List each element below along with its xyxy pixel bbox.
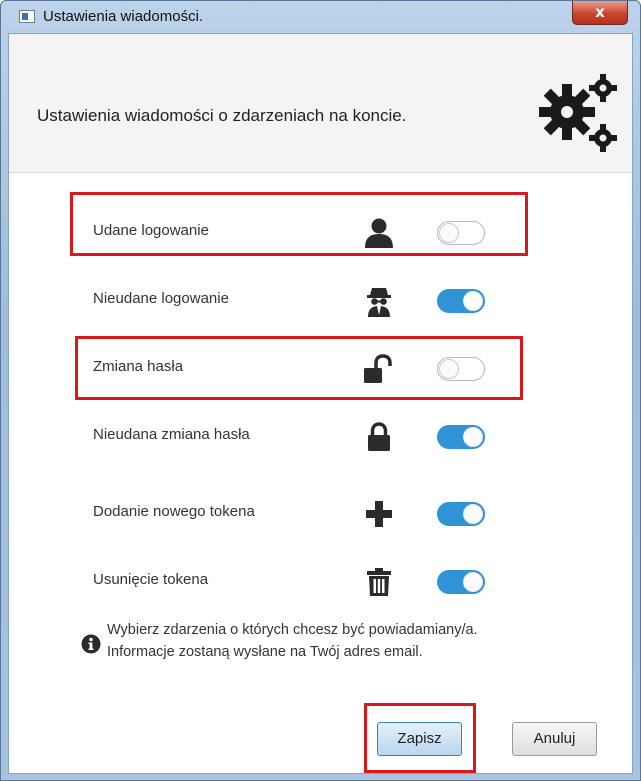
toggle-knob (463, 427, 483, 447)
close-button[interactable]: x (572, 1, 628, 25)
setting-label: Dodanie nowego tokena (93, 503, 255, 520)
toggle-knob (463, 291, 483, 311)
header-panel: Ustawienia wiadomości o zdarzeniach na k… (9, 34, 632, 173)
toggle-failed-login[interactable] (437, 289, 485, 313)
lock-icon (368, 422, 390, 451)
window-title: Ustawienia wiadomości. (43, 8, 204, 25)
plus-icon (366, 501, 392, 527)
app-icon (19, 10, 35, 23)
toggle-failed-password-change[interactable] (437, 425, 485, 449)
toggle-remove-token[interactable] (437, 570, 485, 594)
highlight-box-successful-login (70, 192, 528, 256)
info-text-line-2: Informacje zostaną wysłane na Twój adres… (107, 644, 423, 660)
toggle-new-token[interactable] (437, 502, 485, 526)
dialog-window: Ustawienia wiadomości. x Ustawienia wiad… (0, 0, 641, 781)
setting-label: Nieudane logowanie (93, 290, 229, 307)
trash-icon (367, 568, 391, 596)
info-text-line-1: Wybierz zdarzenia o których chcesz być p… (107, 622, 478, 638)
gears-icon (539, 74, 617, 152)
dialog-content: Ustawienia wiadomości o zdarzeniach na k… (8, 33, 633, 774)
highlight-box-password-change (75, 336, 523, 400)
highlight-box-save (364, 703, 476, 773)
setting-row-new-token: Dodanie nowego tokena (9, 484, 632, 544)
setting-row-remove-token: Usunięcie tokena (9, 552, 632, 612)
header-text: Ustawienia wiadomości o zdarzeniach na k… (37, 106, 407, 125)
toggle-knob (463, 572, 483, 592)
title-bar[interactable]: Ustawienia wiadomości. x (1, 1, 640, 33)
cancel-button[interactable]: Anuluj (512, 722, 597, 756)
info-icon (81, 634, 101, 654)
toggle-knob (463, 504, 483, 524)
setting-label: Nieudana zmiana hasła (93, 426, 250, 443)
spy-icon (367, 288, 391, 317)
setting-row-failed-login: Nieudane logowanie (9, 271, 632, 331)
setting-row-failed-password-change: Nieudana zmiana hasła (9, 407, 632, 467)
setting-label: Usunięcie tokena (93, 571, 209, 588)
